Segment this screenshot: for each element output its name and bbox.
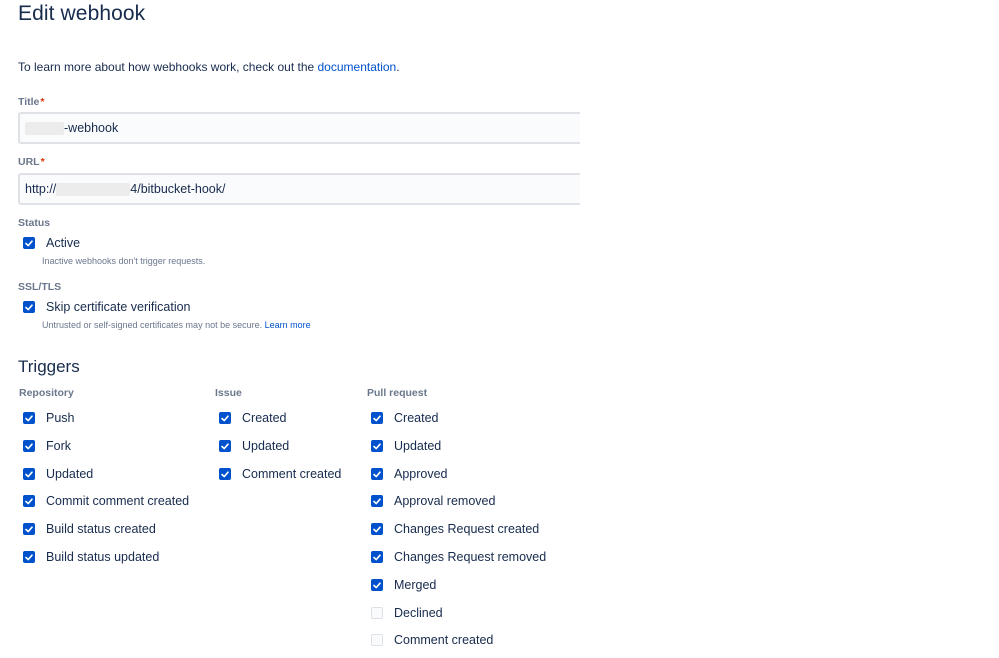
pull-request-trigger-7[interactable]: Declined xyxy=(366,606,443,620)
title-input-value: -webhook xyxy=(64,121,119,135)
issue-column-heading: Issue xyxy=(215,387,242,399)
url-input-prefix: http:// xyxy=(25,182,57,196)
pull-request-trigger-4[interactable]: Changes Request created xyxy=(366,522,539,536)
pull-request-trigger-5[interactable]: Changes Request removed xyxy=(366,550,546,564)
title-field-label: Title* xyxy=(18,96,45,108)
pull-request-trigger-6[interactable]: Merged xyxy=(366,578,436,592)
checkbox-checked[interactable] xyxy=(371,440,383,452)
repository-trigger-0[interactable]: Push xyxy=(18,411,75,425)
pull-request-trigger-1[interactable]: Updated xyxy=(366,439,441,453)
checkbox-checked[interactable] xyxy=(371,523,383,535)
trigger-label: Approval removed xyxy=(394,494,496,508)
pull-request-trigger-0[interactable]: Created xyxy=(366,411,438,425)
repository-trigger-1[interactable]: Fork xyxy=(18,439,71,453)
edit-webhook-page: Edit webhook To learn more about how web… xyxy=(0,0,999,658)
trigger-label: Build status created xyxy=(46,522,156,536)
status-label: Status xyxy=(18,217,51,229)
active-helper-text: Inactive webhooks don't trigger requests… xyxy=(42,256,206,266)
pull-request-column-heading: Pull request xyxy=(367,387,428,399)
checkbox-checked[interactable] xyxy=(23,551,35,563)
pull-request-trigger-8[interactable]: Comment created xyxy=(366,633,493,647)
redacted-text xyxy=(25,121,64,135)
intro-text: To learn more about how webhooks work, c… xyxy=(18,60,400,74)
checkbox-checked[interactable] xyxy=(23,412,35,424)
url-input[interactable]: http:// 4/bitbucket-hook/ xyxy=(18,173,580,205)
checkbox-checked[interactable] xyxy=(371,495,383,507)
trigger-label: Updated xyxy=(242,439,290,453)
checkbox-checked[interactable] xyxy=(219,440,231,452)
page-title: Edit webhook xyxy=(18,2,146,25)
trigger-label: Created xyxy=(394,411,439,425)
repository-trigger-4[interactable]: Build status created xyxy=(18,522,156,536)
checkbox-checked[interactable] xyxy=(23,495,35,507)
active-checkbox-row[interactable]: Active xyxy=(18,236,80,250)
checkbox-checked[interactable] xyxy=(23,523,35,535)
learn-more-link[interactable]: Learn more xyxy=(265,320,311,330)
issue-trigger-0[interactable]: Created xyxy=(214,411,286,425)
trigger-label: Changes Request created xyxy=(394,522,540,536)
checkbox-checked[interactable] xyxy=(371,412,383,424)
required-marker: * xyxy=(40,156,45,168)
skip-cert-checkbox-label: Skip certificate verification xyxy=(46,300,191,314)
repository-trigger-5[interactable]: Build status updated xyxy=(18,550,159,564)
checkbox-checked[interactable] xyxy=(23,468,35,480)
url-label-text: URL xyxy=(18,156,40,168)
checkbox-checked[interactable] xyxy=(219,412,231,424)
required-marker: * xyxy=(40,96,45,108)
checkbox-checked[interactable] xyxy=(371,551,383,563)
skip-cert-checkbox-row[interactable]: Skip certificate verification xyxy=(18,300,191,314)
redacted-text xyxy=(56,182,131,196)
checkbox-checked[interactable] xyxy=(23,237,35,249)
checkbox-unchecked[interactable] xyxy=(371,607,383,619)
intro-text-body: To learn more about how webhooks work, c… xyxy=(18,60,318,74)
ssl-helper-text: Untrusted or self-signed certificates ma… xyxy=(42,320,311,330)
trigger-label: Merged xyxy=(394,578,437,592)
url-input-suffix: 4/bitbucket-hook/ xyxy=(130,182,226,196)
checkbox-checked[interactable] xyxy=(219,468,231,480)
documentation-link[interactable]: documentation xyxy=(318,60,397,74)
trigger-label: Updated xyxy=(46,467,94,481)
trigger-label: Fork xyxy=(46,439,71,453)
trigger-label: Changes Request removed xyxy=(394,550,547,564)
checkbox-unchecked[interactable] xyxy=(371,634,383,646)
checkbox-checked[interactable] xyxy=(371,579,383,591)
trigger-label: Created xyxy=(242,411,287,425)
ssl-helper-body: Untrusted or self-signed certificates ma… xyxy=(42,320,265,330)
issue-trigger-1[interactable]: Updated xyxy=(214,439,289,453)
url-field-label: URL* xyxy=(18,156,45,168)
issue-trigger-2[interactable]: Comment created xyxy=(214,467,341,481)
trigger-label: Push xyxy=(46,411,75,425)
trigger-label: Approved xyxy=(394,467,448,481)
title-label-text: Title xyxy=(18,96,40,108)
checkbox-checked[interactable] xyxy=(23,301,35,313)
repository-trigger-3[interactable]: Commit comment created xyxy=(18,494,189,508)
triggers-heading: Triggers xyxy=(18,357,80,376)
intro-text-end: . xyxy=(396,60,400,74)
trigger-label: Comment created xyxy=(394,633,494,647)
title-input[interactable]: -webhook xyxy=(18,112,580,144)
pull-request-trigger-2[interactable]: Approved xyxy=(366,467,448,481)
trigger-label: Commit comment created xyxy=(46,494,190,508)
ssl-tls-label: SSL/TLS xyxy=(18,281,62,293)
trigger-label: Comment created xyxy=(242,467,342,481)
checkbox-checked[interactable] xyxy=(371,468,383,480)
active-checkbox-label: Active xyxy=(46,236,81,250)
trigger-label: Declined xyxy=(394,606,443,620)
checkbox-checked[interactable] xyxy=(23,440,35,452)
pull-request-trigger-3[interactable]: Approval removed xyxy=(366,494,495,508)
trigger-label: Build status updated xyxy=(46,550,160,564)
repository-column-heading: Repository xyxy=(19,387,74,399)
repository-trigger-2[interactable]: Updated xyxy=(18,467,93,481)
trigger-label: Updated xyxy=(394,439,442,453)
